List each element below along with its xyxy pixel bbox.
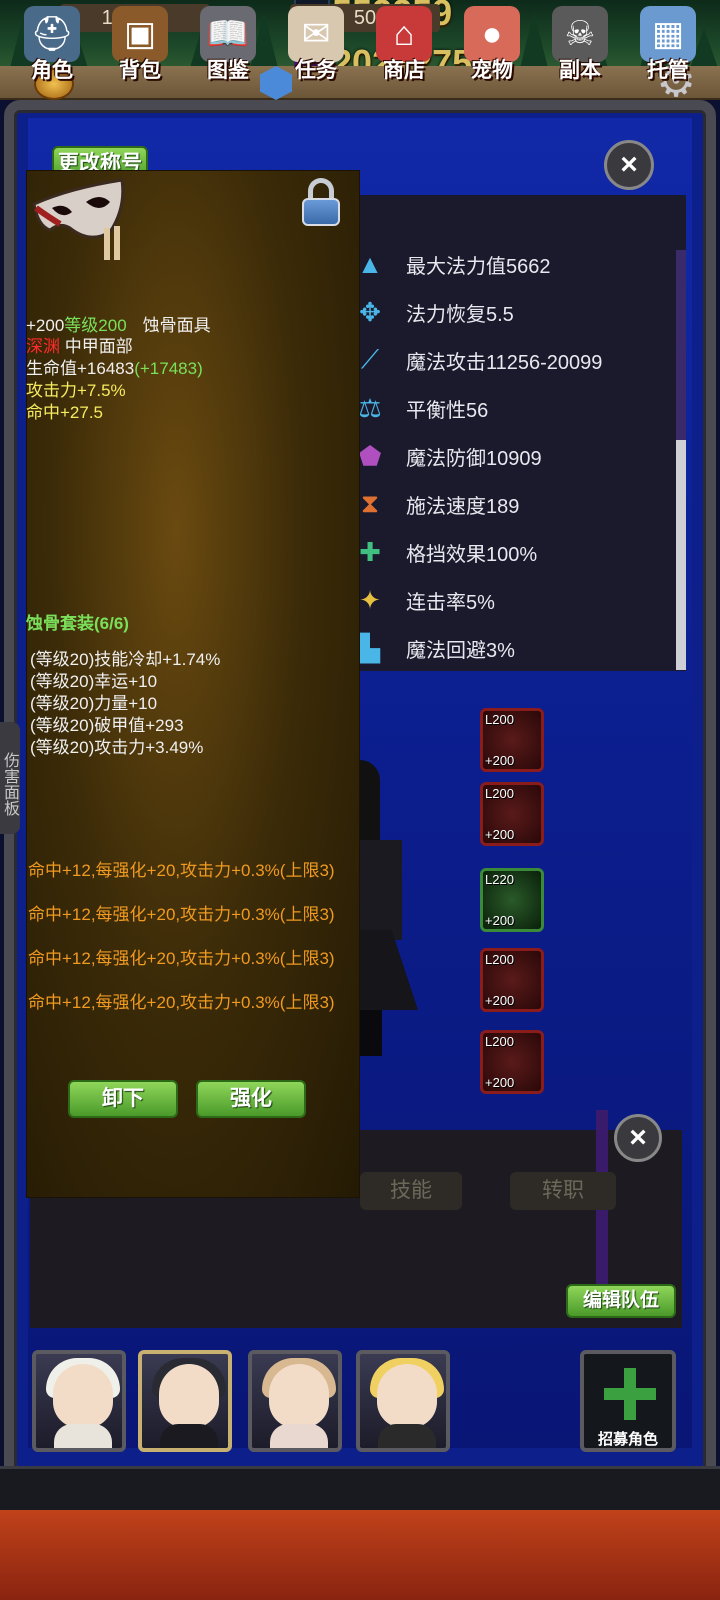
nav-label: 角色 [31,59,73,82]
unequip-button[interactable]: 卸下 [68,1080,178,1118]
stat-row: ✚ 格挡效果100% [354,532,674,572]
character-figure [352,760,422,1060]
equipment-plus: +200 [485,993,515,1008]
equipment-level: L200 [485,1034,514,1049]
nav-label: 背包 [119,59,161,82]
equipment-slot[interactable]: L200 +200 [480,1030,544,1094]
stat-text: 最大法力值5662 [406,255,551,278]
set-title: 蚀骨套装(6/6) [26,614,129,633]
equipment-level: L200 [485,712,514,727]
item-name: 蚀骨面具 [142,316,211,335]
set-bonus-line: (等级20)幸运+10 [30,672,158,691]
mask-item-icon [30,178,126,264]
stat-text: 魔法攻击11256-20099 [406,351,603,374]
nav-meat[interactable]: ● 宠物 [452,6,532,90]
stat-text: 法力恢复5.5 [406,303,514,326]
stat-row: ✦ 连击率5% [354,580,674,620]
nav-skull-gate[interactable]: ☠ 副本 [540,6,620,90]
stat-row: ✥ 法力恢复5.5 [354,292,674,332]
tab-skills[interactable]: 技能 [360,1172,462,1210]
close-lower-button[interactable]: × [614,1114,662,1162]
item-hp: 生命值+16483 [26,359,135,378]
enhance-bonus-line: 命中+12,每强化+20,攻击力+0.3%(上限3) [28,905,335,924]
set-bonus-line: (等级20)技能冷却+1.74% [30,650,221,669]
equipment-slot[interactable]: L200 +200 [480,782,544,846]
enhance-button[interactable]: 强化 [196,1080,306,1118]
stat-row: ▲ 最大法力值5662 [354,244,674,284]
hero-portrait-2[interactable] [138,1350,232,1452]
nav-label: 商店 [383,59,425,82]
hero-portrait-3[interactable] [248,1350,342,1452]
stat-row: ⬟ 魔法防御10909 [354,436,674,476]
set-bonus-line: (等级20)破甲值+293 [30,716,184,735]
equipment-level: L200 [485,952,514,967]
item-hit: 命中+27.5 [26,403,104,422]
nav-calendar[interactable]: ▦ 托管 [628,6,708,90]
equipment-slot[interactable]: L220 +200 [480,868,544,932]
equipment-slot[interactable]: L200 +200 [480,708,544,772]
item-hp-bonus: (+17483) [134,359,203,378]
item-plus: +200 [26,316,65,335]
stat-text: 格挡效果100% [406,543,538,566]
stat-row: ▙ 魔法回避3% [354,628,674,668]
item-quality: 深渊 [26,337,60,356]
hero-portrait-1[interactable] [32,1350,126,1452]
recruit-label: 招募角色 [597,1431,658,1448]
stat-text: 魔法防御10909 [406,447,542,470]
set-bonus-line: (等级20)力量+10 [30,694,158,713]
nav-helmet[interactable]: ⛑ 角色 [12,6,92,90]
nav-label: 图鉴 [207,59,249,82]
enhance-bonus-line: 命中+12,每强化+20,攻击力+0.3%(上限3) [28,861,335,880]
bottom-nav [0,1510,720,1600]
stat-text: 平衡性56 [406,399,489,422]
equipment-plus: +200 [485,827,515,842]
stat-text: 魔法回避3% [406,639,515,662]
stat-row: ⚖ 平衡性56 [354,388,674,428]
stats-scrollbar-thumb[interactable] [676,440,686,670]
item-slot: 中甲面部 [64,337,133,356]
nav-scroll[interactable]: ✉ 任务 [276,6,356,90]
item-attack: 攻击力+7.5% [26,381,126,400]
equipment-plus: +200 [485,753,515,768]
nav-label: 托管 [647,59,689,82]
tab-class-change[interactable]: 转职 [510,1172,616,1210]
item-level: 等级200 [64,316,127,335]
stat-row: ⟋ 魔法攻击11256-20099 [354,340,674,380]
nav-shop[interactable]: ⌂ 商店 [364,6,444,90]
stat-text: 施法速度189 [406,495,520,518]
enhance-bonus-line: 命中+12,每强化+20,攻击力+0.3%(上限3) [28,993,335,1012]
stat-text: 连击率5% [406,591,495,614]
stat-row: ⧗ 施法速度189 [354,484,674,524]
damage-panel-tab[interactable]: 伤害面板 [0,722,20,834]
hero-portrait-4[interactable] [356,1350,450,1452]
equipment-plus: +200 [485,1075,515,1090]
equipment-level: L220 [485,872,514,887]
equipment-slot[interactable]: L200 +200 [480,948,544,1012]
close-button[interactable]: × [604,140,654,190]
padlock-icon[interactable] [300,178,342,228]
enhance-bonus-line: 命中+12,每强化+20,攻击力+0.3%(上限3) [28,949,335,968]
nav-book[interactable]: 📖 图鉴 [188,6,268,90]
equipment-level: L200 [485,786,514,801]
nav-separator [0,1466,720,1510]
nav-backpack[interactable]: ▣ 背包 [100,6,180,90]
edit-team-button[interactable]: 编辑队伍 [566,1284,676,1318]
nav-label: 宠物 [471,59,513,82]
set-bonus-line: (等级20)攻击力+3.49% [30,738,204,757]
nav-label: 任务 [295,59,337,82]
nav-label: 副本 [559,59,601,82]
equipment-plus: +200 [485,913,515,928]
recruit-hero-button[interactable]: 招募角色 [580,1350,676,1452]
